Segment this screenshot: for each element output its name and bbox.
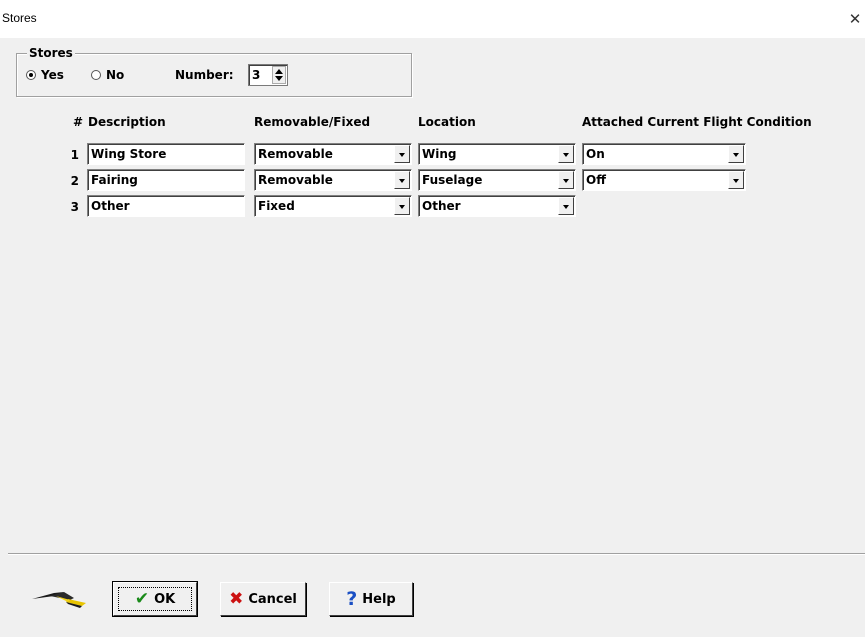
- cancel-button[interactable]: ✖ Cancel: [220, 582, 306, 616]
- ok-label: OK: [154, 591, 176, 607]
- number-label: Number:: [175, 68, 234, 82]
- attached-value: Off: [586, 173, 606, 187]
- row-number: 2: [70, 174, 79, 188]
- header-description: Description: [88, 115, 166, 129]
- attached-value: On: [586, 147, 605, 161]
- header-location: Location: [418, 115, 476, 129]
- location-select[interactable]: Fuselage: [418, 169, 576, 191]
- radio-yes-indicator[interactable]: [26, 70, 36, 80]
- close-icon[interactable]: ✕: [845, 9, 865, 29]
- chevron-down-icon[interactable]: [394, 171, 410, 189]
- checkmark-icon: ✔: [134, 588, 150, 609]
- removable-select[interactable]: Removable: [254, 169, 412, 191]
- location-value: Wing: [422, 147, 457, 161]
- spin-buttons[interactable]: [272, 66, 286, 84]
- cancel-label: Cancel: [248, 591, 297, 607]
- stores-group-legend: Stores: [27, 46, 75, 60]
- description-input[interactable]: Wing Store: [87, 143, 245, 165]
- spin-down-icon[interactable]: [275, 76, 283, 81]
- question-icon: ?: [346, 587, 358, 610]
- header-attached: Attached Current Flight Condition: [582, 115, 812, 129]
- radio-no[interactable]: No: [91, 67, 124, 83]
- title-bar: Stores ✕: [0, 0, 865, 38]
- dialog-body: Stores Yes No Number: 3 # Description Re…: [0, 38, 865, 637]
- chevron-down-icon[interactable]: [394, 197, 410, 215]
- window-title: Stores: [2, 11, 37, 25]
- chevron-down-icon[interactable]: [558, 197, 574, 215]
- chevron-down-icon[interactable]: [728, 145, 744, 163]
- description-input[interactable]: Fairing: [87, 169, 245, 191]
- removable-select[interactable]: Removable: [254, 143, 412, 165]
- location-value: Fuselage: [422, 173, 483, 187]
- description-input[interactable]: Other: [87, 195, 245, 217]
- header-number: #: [73, 115, 84, 129]
- location-select[interactable]: Wing: [418, 143, 576, 165]
- location-select[interactable]: Other: [418, 195, 576, 217]
- chevron-down-icon[interactable]: [558, 145, 574, 163]
- radio-no-label: No: [106, 68, 125, 82]
- removable-value: Removable: [258, 147, 333, 161]
- app-logo-icon: [32, 592, 86, 608]
- number-stepper[interactable]: 3: [248, 64, 288, 86]
- location-value: Other: [422, 199, 461, 213]
- chevron-down-icon[interactable]: [728, 171, 744, 189]
- radio-yes-label: Yes: [41, 68, 64, 82]
- spin-up-icon[interactable]: [275, 69, 283, 74]
- radio-no-indicator[interactable]: [91, 70, 101, 80]
- help-button[interactable]: ? Help: [329, 582, 413, 616]
- header-removable-fixed: Removable/Fixed: [254, 115, 371, 129]
- removable-value: Fixed: [258, 199, 295, 213]
- removable-value: Removable: [258, 173, 333, 187]
- chevron-down-icon[interactable]: [394, 145, 410, 163]
- cancel-x-icon: ✖: [229, 588, 244, 609]
- row-number: 1: [70, 148, 79, 162]
- attached-select[interactable]: Off: [582, 169, 746, 191]
- removable-select[interactable]: Fixed: [254, 195, 412, 217]
- stores-groupbox: Stores Yes No Number: 3: [16, 46, 412, 97]
- attached-select[interactable]: On: [582, 143, 746, 165]
- ok-button[interactable]: ✔ OK: [112, 581, 198, 617]
- chevron-down-icon[interactable]: [558, 171, 574, 189]
- row-number: 3: [70, 200, 79, 214]
- help-label: Help: [362, 591, 396, 607]
- button-separator: [8, 553, 865, 555]
- radio-yes[interactable]: Yes: [26, 67, 64, 83]
- number-value[interactable]: 3: [252, 68, 260, 82]
